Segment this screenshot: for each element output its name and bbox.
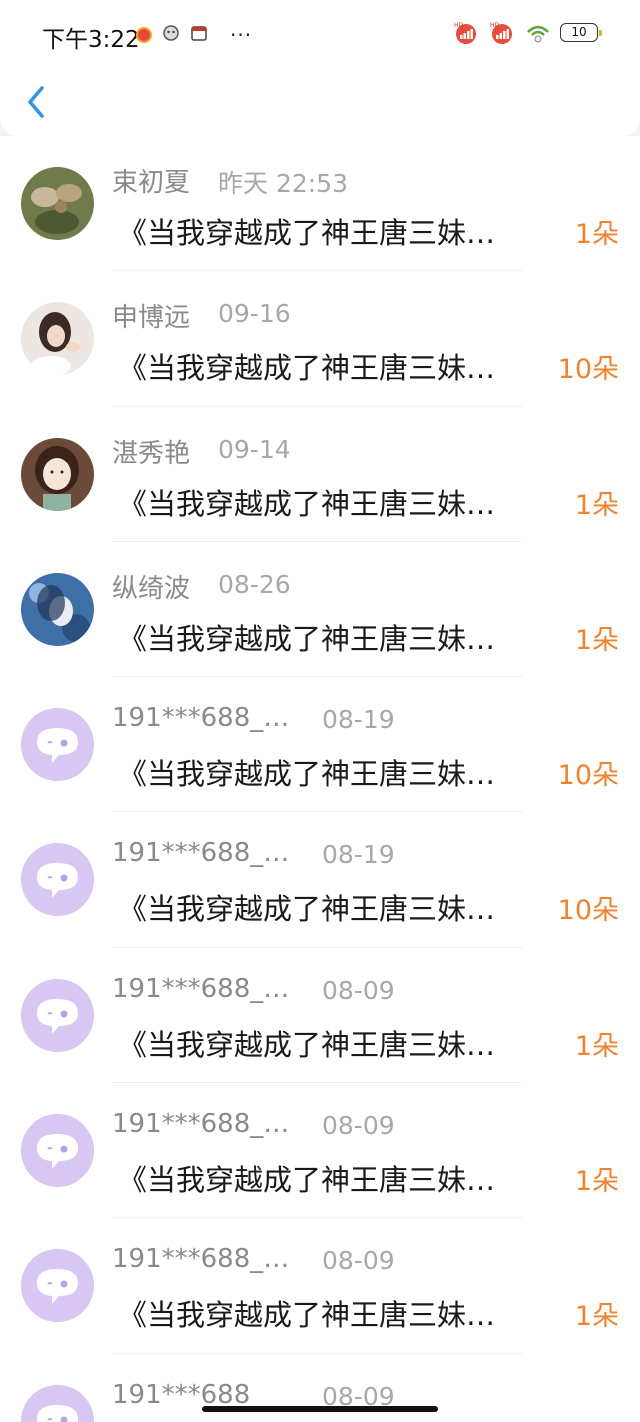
book-title: 《当我穿越成了神王唐三妹… [118,486,496,521]
avatar[interactable] [21,1114,94,1188]
top-bar: 下午3:22 ··· HD HD 10 [0,0,640,136]
svg-text:HD: HD [490,22,500,29]
avatar[interactable] [21,843,94,917]
record-date: 08-19 [322,705,395,735]
user-name: 束初夏 [112,168,191,198]
status-time: 下午3:22 [42,27,140,53]
battery-icon: 10 [560,22,602,42]
user-name: 191***688_… [112,1244,290,1275]
gift-record-row[interactable]: 纵绮波 08-26 《当我穿越成了神王唐三妹… 1朵 [0,542,640,678]
record-date: 08-19 [322,840,395,870]
gift-record-row[interactable]: 束初夏 昨天 22:53 《当我穿越成了神王唐三妹… 1朵 [0,136,640,272]
avatar[interactable] [21,1384,94,1422]
book-title: 《当我穿越成了神王唐三妹… [118,1163,496,1198]
app-icon [162,24,180,46]
avatar[interactable] [21,572,94,646]
signal-hd-icon: HD [454,22,476,44]
gift-count: 1朵 [574,624,619,656]
book-title: 《当我穿越成了神王唐三妹… [118,351,496,386]
user-name: 191***688_… [112,838,290,869]
book-title: 《当我穿越成了神王唐三妹… [118,757,496,792]
signal-hd-icon-2: HD [490,22,512,44]
user-name: 191***688_… [112,703,290,734]
record-date: 08-26 [218,569,291,599]
user-name: 191***688_… [112,1109,290,1140]
avatar[interactable] [21,708,94,782]
notification-icons: ··· [136,24,252,46]
back-button[interactable] [22,82,50,122]
gift-count: 1朵 [574,1301,619,1333]
record-date: 08-09 [322,1246,395,1276]
user-name: 湛秀艳 [112,438,191,469]
record-date: 09-16 [218,299,291,329]
book-title: 《当我穿越成了神王唐三妹… [118,216,496,250]
user-name: 申博远 [112,303,191,334]
home-indicator[interactable] [202,1406,438,1412]
book-title: 《当我穿越成了神王唐三妹… [118,892,496,927]
gift-count: 1朵 [574,219,619,250]
user-name: 191***688_… [112,973,290,1004]
calendar-icon [190,24,208,46]
gift-count: 10朵 [557,354,619,386]
weibo-icon [136,27,152,43]
system-icons: HD HD 10 [452,20,602,44]
book-title: 《当我穿越成了神王唐三妹… [118,621,496,656]
svg-text:HD: HD [454,22,464,29]
gift-record-row[interactable]: 申博远 09-16 《当我穿越成了神王唐三妹… 10朵 [0,271,640,407]
gift-record-row[interactable]: 湛秀艳 09-14 《当我穿越成了神王唐三妹… 1朵 [0,407,640,542]
avatar[interactable] [21,978,94,1052]
gift-record-row[interactable]: 191***688_… 08-09 《当我穿越成了神王唐三妹… 1朵 [0,948,640,1084]
gift-count: 1朵 [574,489,619,521]
avatar[interactable] [21,167,94,240]
book-title: 《当我穿越成了神王唐三妹… [118,1027,496,1062]
avatar[interactable] [21,437,94,511]
avatar[interactable] [21,302,94,376]
gift-record-row[interactable]: 191***688_… 08-19 《当我穿越成了神王唐三妹… 10朵 [0,677,640,813]
avatar[interactable] [21,1249,94,1323]
user-name: 纵绮波 [112,573,191,604]
wifi-icon [527,25,549,43]
gift-record-row[interactable]: 191***688_… 08-09 《当我穿越成了神王唐三妹… 1朵 [0,1083,640,1219]
gift-record-row[interactable]: 191***688_… 08-09 《当我穿越成了神王唐三妹… 1朵 [0,1218,640,1354]
record-date: 09-14 [218,434,291,464]
gift-record-row[interactable]: 191***688_… 08-19 《当我穿越成了神王唐三妹… 10朵 [0,812,640,948]
gift-count: 10朵 [557,760,619,792]
book-title: 《当我穿越成了神王唐三妹… [118,1298,496,1333]
record-date: 昨天 22:53 [218,169,348,198]
gift-count: 1朵 [574,1166,619,1198]
gift-count: 10朵 [557,895,619,927]
record-date: 08-09 [322,1111,395,1141]
record-date: 08-09 [322,975,395,1005]
gift-count: 1朵 [574,1030,619,1062]
more-notifications-icon: ··· [230,23,253,47]
status-bar: 下午3:22 ··· HD HD 10 [0,0,640,70]
gift-record-list[interactable]: 束初夏 昨天 22:53 《当我穿越成了神王唐三妹… 1朵 申博远 09-16 《当我穿越成… [0,136,640,1422]
